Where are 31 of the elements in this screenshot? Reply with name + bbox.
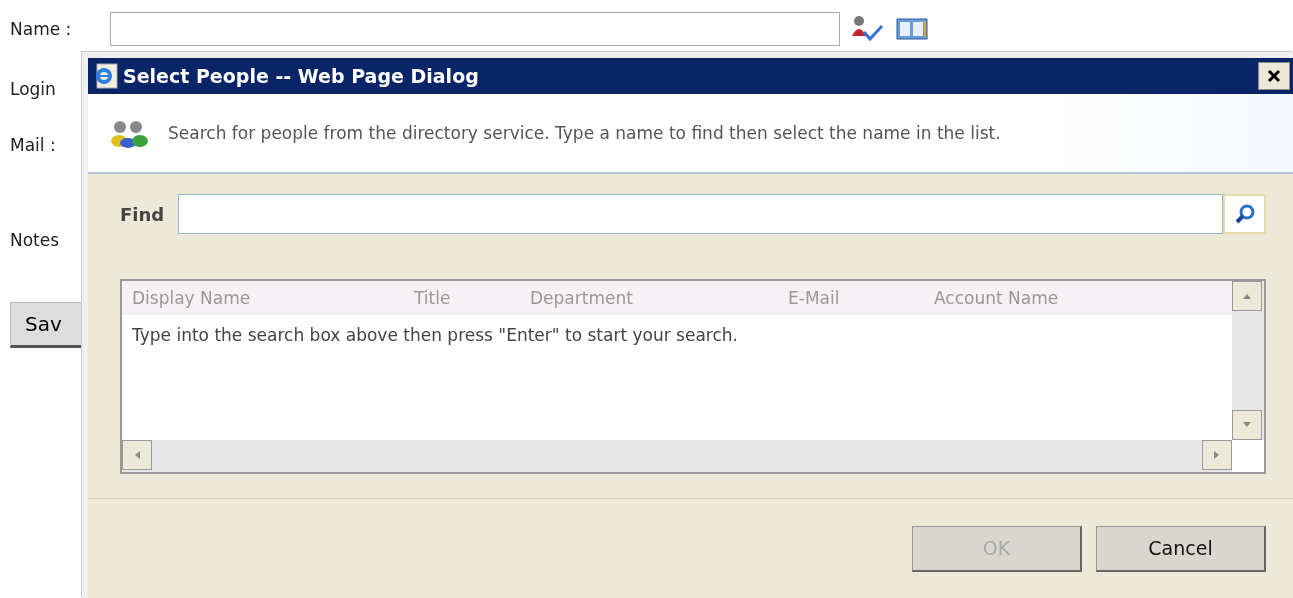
scroll-down-button[interactable] xyxy=(1232,410,1262,440)
field-label: Notes xyxy=(10,230,61,250)
close-icon xyxy=(1266,68,1282,84)
address-book-icon[interactable] xyxy=(896,17,928,41)
check-names-icon[interactable] xyxy=(850,14,886,44)
field-label: Mail : xyxy=(10,135,57,155)
right-arrow-icon xyxy=(1213,450,1221,460)
name-field[interactable] xyxy=(110,12,840,46)
horizontal-scrollbar[interactable] xyxy=(122,440,1232,472)
field-label: Name : xyxy=(10,19,73,39)
up-arrow-icon xyxy=(1242,292,1252,300)
empty-message: Type into the search box above then press "Enter" to start your search. xyxy=(131,324,739,345)
close-button[interactable] xyxy=(1258,62,1290,90)
window-title: Select People -- Web Page Dialog xyxy=(123,65,480,87)
column-header[interactable]: Account Name xyxy=(934,288,1059,308)
column-header[interactable]: Title xyxy=(414,288,530,308)
down-arrow-icon xyxy=(1242,421,1252,429)
scroll-up-button[interactable] xyxy=(1232,281,1262,311)
column-header[interactable]: Display Name xyxy=(132,288,414,308)
column-header[interactable]: E-Mail xyxy=(788,288,934,308)
search-button[interactable] xyxy=(1223,194,1266,234)
left-arrow-icon xyxy=(133,450,141,460)
dialog-button[interactable]: Cancel xyxy=(1096,525,1266,572)
instruction-text: Search for people from the directory service. Type a name to find then select the name in the list. xyxy=(168,123,1001,143)
scroll-left-button[interactable] xyxy=(122,440,152,470)
vertical-scrollbar[interactable] xyxy=(1232,281,1264,440)
column-header[interactable]: Department xyxy=(530,288,788,308)
field-label: Login xyxy=(10,79,57,99)
find-label: Find xyxy=(120,203,166,225)
scroll-right-button[interactable] xyxy=(1202,440,1232,470)
find-field[interactable] xyxy=(178,194,1223,234)
